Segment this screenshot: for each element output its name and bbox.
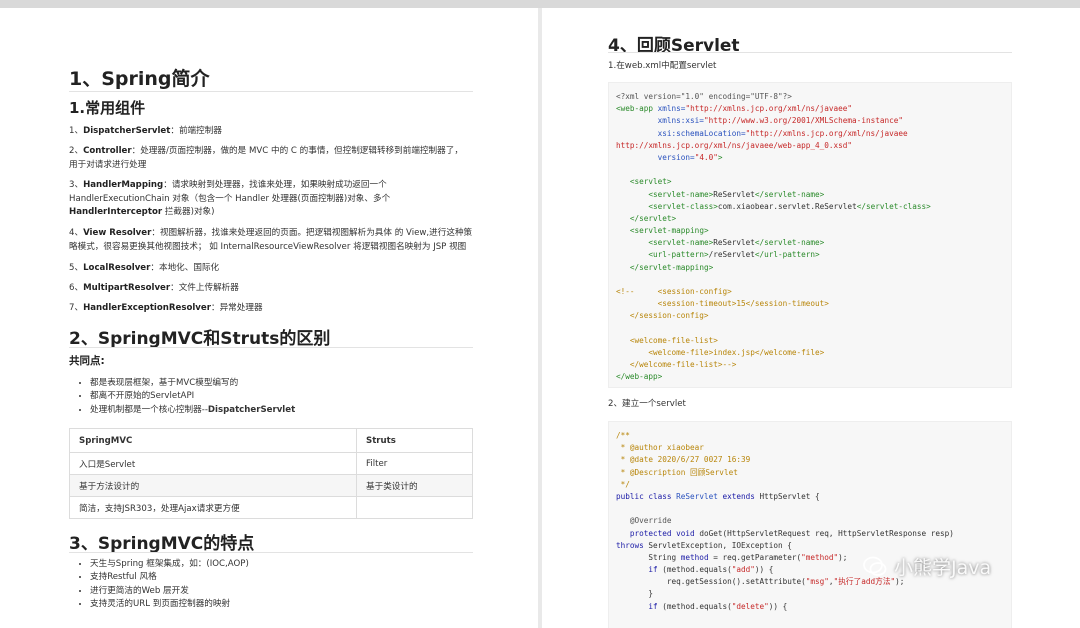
code-line: </web-app> xyxy=(616,372,663,382)
code-line: <?xml version="1.0" encoding="UTF-8"?> xyxy=(616,92,792,101)
component-item: 2、Controller：处理器/页面控制器，做的是 MVC 中的 C 的事情，… xyxy=(69,146,463,170)
step-1-text: 1.在web.xml中配置servlet xyxy=(608,61,717,71)
comparison-table: SpringMVC Struts 入口是Servlet Filter 基于方法设… xyxy=(69,428,473,519)
list-item: 处理机制都是一个核心控制器--DispatcherServlet xyxy=(90,404,295,417)
step-2-text: 2、建立一个servlet xyxy=(608,399,686,409)
code-line: xsi:schemaLocation="http://xmlns.jcp.org… xyxy=(657,128,908,138)
code-line: @Override xyxy=(629,516,672,526)
table-cell: 基于方法设计的 xyxy=(69,474,357,497)
component-item: 4、View Resolver：视图解析器，找谁来处理返回的页面。把逻辑视图解析… xyxy=(69,228,473,252)
code-line: <web-app xmlns="http://xmlns.jcp.org/xml… xyxy=(616,104,853,114)
table-cell: 简洁，支持JSR303，处理Ajax请求更方便 xyxy=(69,496,357,519)
code-line: </welcome-file-list>--> xyxy=(616,360,737,370)
code-line: <url-pattern>/reServlet</url-pattern> xyxy=(648,250,820,260)
component-item: 1、DispatcherServlet：前端控制器 xyxy=(69,126,222,136)
code-line: */ xyxy=(616,479,630,489)
code-line: } xyxy=(616,589,654,599)
features-list: 天生与Spring 框架集成，如：(IOC,AOP) 支持Restful 风格 … xyxy=(74,558,249,611)
heading-spring-intro: 1、Spring简介 xyxy=(69,68,210,90)
list-item: 进行更简洁的Web 层开发 xyxy=(90,585,249,598)
list-item: 天生与Spring 框架集成，如：(IOC,AOP) xyxy=(90,558,249,571)
code-line: if (method.equals("delete")) { xyxy=(648,601,788,611)
code-line: <servlet-name>ReServlet</servlet-name> xyxy=(648,189,825,199)
code-line: </servlet> xyxy=(629,213,677,223)
code-line: </session-config> xyxy=(616,311,709,321)
code-line: <welcome-file>index.jsp</welcome-file> xyxy=(616,347,825,357)
list-item: 支持灵活的URL 到页面控制器的映射 xyxy=(90,598,249,611)
heading-springmvc-features: 3、SpringMVC的特点 xyxy=(69,534,255,554)
component-item: 3、HandlerMapping：请求映射到处理器，找谁来处理，如果映射成功返回… xyxy=(69,180,391,217)
code-line: <servlet-class>com.xiaobear.servlet.ReSe… xyxy=(648,201,931,211)
code-line: http://xmlns.jcp.org/xml/ns/javaee/web-a… xyxy=(616,140,853,150)
code-line: * @date 2020/6/27 0027 16:39 xyxy=(616,455,751,465)
code-line: xmlns:xsi="http://www.w3.org/2001/XMLSch… xyxy=(657,116,903,126)
xml-code-block: <?xml version="1.0" encoding="UTF-8"?> <w… xyxy=(608,82,1012,388)
table-cell: 入口是Servlet xyxy=(69,452,357,475)
heading-springmvc-vs-struts: 2、SpringMVC和Struts的区别 xyxy=(69,329,331,349)
heading-rule xyxy=(69,91,473,92)
table-header: Struts xyxy=(356,428,473,453)
component-item: 5、LocalResolver：本地化、国际化 xyxy=(69,263,220,273)
code-line: /** xyxy=(616,431,630,440)
code-line: <welcome-file-list> xyxy=(616,335,718,345)
table-cell: 基于类设计的 xyxy=(356,474,473,497)
code-line: throws ServletException, IOException { xyxy=(616,540,792,550)
code-line: <servlet> xyxy=(629,177,672,187)
list-item: 支持Restful 风格 xyxy=(90,571,249,584)
java-code-block: /** * @author xiaobear * @date 2020/6/27… xyxy=(608,421,1012,628)
table-cell: Filter xyxy=(356,452,473,475)
common-points-list: 都是表现层框架，基于MVC模型编写的 都离不开原始的ServletAPI 处理机… xyxy=(74,377,295,417)
heading-rule xyxy=(608,52,1012,53)
table-header: SpringMVC xyxy=(69,428,357,453)
code-line: <session-timeout>15</session-timeout> xyxy=(616,299,829,309)
component-item: 6、MultipartResolver：文件上传解析器 xyxy=(69,283,239,293)
list-item: 都离不开原始的ServletAPI xyxy=(90,390,295,403)
code-line: </servlet-mapping> xyxy=(629,262,714,272)
document-page-left: 1、Spring简介 1.常用组件 1、DispatcherServlet：前端… xyxy=(0,8,538,628)
list-item: 都是表现层框架，基于MVC模型编写的 xyxy=(90,377,295,390)
document-page-right: 4、回顾Servlet 1.在web.xml中配置servlet <?xml v… xyxy=(542,8,1080,628)
code-line: <!-- <session-config> xyxy=(616,287,732,296)
code-line: version="4.0"> xyxy=(657,152,723,162)
table-cell xyxy=(356,496,473,519)
code-line: protected void doGet(HttpServletRequest … xyxy=(629,528,954,538)
viewer-top-bar xyxy=(0,0,1080,8)
code-line: <servlet-name>ReServlet</servlet-name> xyxy=(648,238,825,248)
component-item: 7、HandlerExceptionResolver：异常处理器 xyxy=(69,303,263,313)
code-line: public class ReServlet extends HttpServl… xyxy=(616,491,820,501)
code-line: * @Description 回顾Servlet xyxy=(616,467,738,477)
code-line: <servlet-mapping> xyxy=(629,226,709,236)
heading-rule xyxy=(69,347,473,348)
watermark: 小熊学Java xyxy=(862,553,991,580)
common-points-title: 共同点: xyxy=(69,355,105,367)
heading-rule xyxy=(69,552,473,553)
watermark-text: 小熊学Java xyxy=(894,557,992,579)
code-line: * @author xiaobear xyxy=(616,443,704,453)
heading-components: 1.常用组件 xyxy=(69,99,146,117)
wechat-icon xyxy=(863,556,887,576)
